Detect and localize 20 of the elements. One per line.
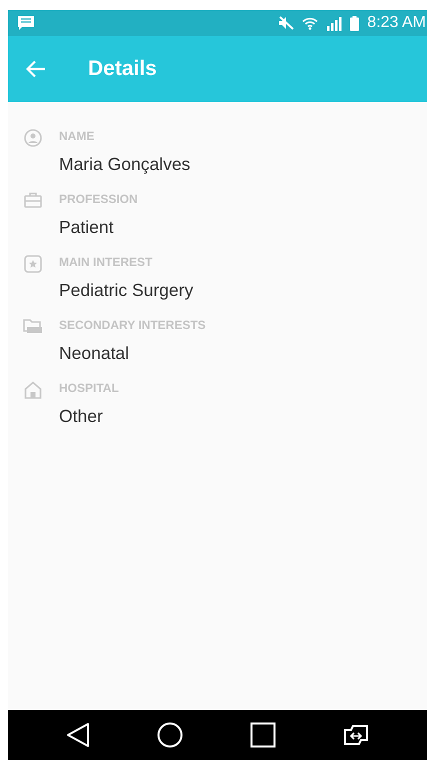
dual-window-button[interactable] [342,724,369,746]
field-value: Neonatal [59,343,130,364]
mute-icon [278,16,294,30]
recents-nav-button[interactable] [250,722,276,748]
briefcase-icon [24,192,42,208]
field-value: Other [59,406,104,427]
screen-title: Details [88,57,157,81]
wifi-icon [302,16,318,30]
status-time: 8:23 AM [367,14,426,32]
field-value: Maria Gonçalves [59,154,190,175]
back-nav-button[interactable] [66,722,90,748]
message-icon [18,16,34,30]
field-value: Patient [59,217,114,238]
field-value: Pediatric Surgery [59,280,194,301]
home-nav-button[interactable] [157,722,184,748]
signal-icon [326,16,342,30]
folder-icon [23,318,43,334]
person-icon [24,129,42,147]
battery-icon [350,16,360,30]
home-icon [24,381,42,399]
